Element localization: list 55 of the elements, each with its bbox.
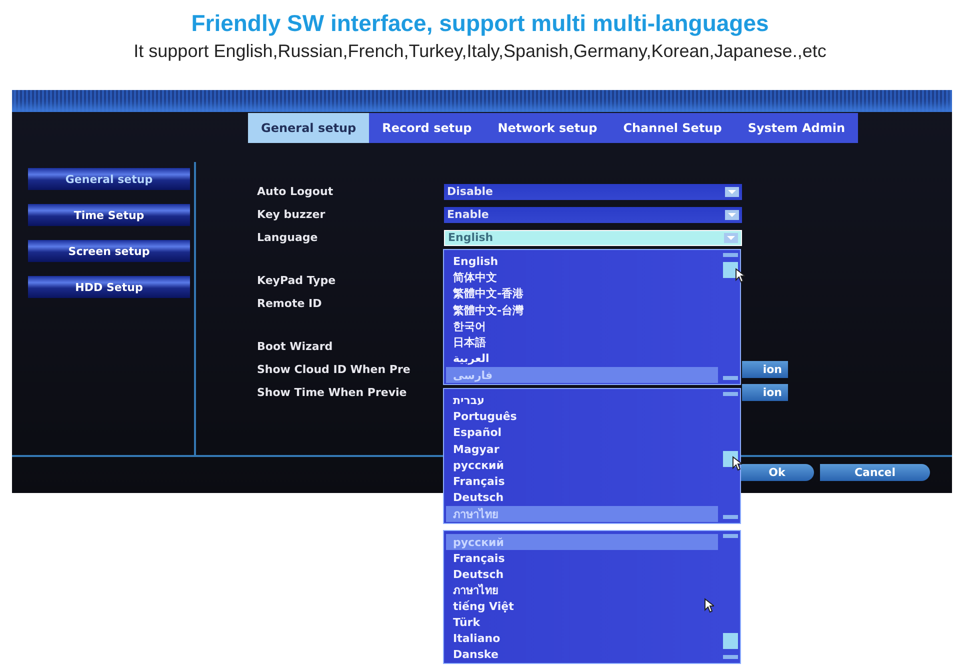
language-option[interactable]: русский bbox=[446, 457, 718, 474]
setting-label: KeyPad Type bbox=[257, 274, 337, 287]
language-option[interactable]: Français bbox=[446, 550, 718, 566]
language-option[interactable]: Português bbox=[446, 408, 718, 425]
position-button[interactable]: ion bbox=[742, 361, 788, 378]
language-option[interactable]: Türk bbox=[446, 614, 718, 631]
language-option[interactable]: Deutsch bbox=[446, 490, 718, 506]
tab[interactable]: General setup bbox=[248, 113, 370, 143]
language-option[interactable]: العربية bbox=[446, 350, 718, 368]
cursor-icon bbox=[735, 268, 745, 283]
setting-label: Key buzzer bbox=[257, 208, 326, 221]
sidebar-item[interactable]: General setup bbox=[28, 168, 190, 190]
language-option[interactable]: English bbox=[446, 253, 718, 270]
cursor-icon bbox=[704, 598, 714, 613]
setting-label: Boot Wizard bbox=[257, 340, 334, 353]
language-option[interactable]: Italiano bbox=[446, 630, 718, 647]
cursor-icon bbox=[732, 456, 742, 471]
language-option[interactable]: 繁體中文-台灣 bbox=[446, 302, 718, 318]
sidebar-item[interactable]: Screen setup bbox=[28, 240, 190, 262]
language-option[interactable]: Deutsch bbox=[446, 566, 718, 582]
dropdown-arrow-icon bbox=[725, 186, 739, 196]
dropdown[interactable]: Enable bbox=[444, 206, 742, 222]
sidebar-item[interactable]: HDD Setup bbox=[28, 276, 190, 298]
setting-label: Show Time When Previe bbox=[257, 386, 408, 399]
language-option[interactable]: 日本語 bbox=[446, 334, 718, 351]
tab[interactable]: System Admin bbox=[734, 113, 858, 143]
language-option[interactable]: 한국어 bbox=[446, 318, 718, 334]
scrollbar[interactable] bbox=[722, 252, 739, 382]
subheadline: It support English,Russian,French,Turkey,Italy,Spanish,Germany,Korean,Japanese.,etc bbox=[134, 41, 826, 62]
language-option[interactable]: Danske bbox=[446, 646, 718, 663]
dropdown[interactable]: English bbox=[444, 230, 742, 246]
dropdown[interactable]: Disable bbox=[444, 184, 742, 200]
headline: Friendly SW interface, support multi multi-languages bbox=[191, 10, 769, 37]
language-option[interactable]: tiếng Việt bbox=[446, 598, 718, 615]
scrollbar[interactable] bbox=[722, 533, 739, 661]
setting-label: Show Cloud ID When Pre bbox=[257, 363, 412, 376]
sidebar-item[interactable]: Time Setup bbox=[28, 204, 190, 226]
language-option[interactable]: 繁體中文-香港 bbox=[446, 286, 718, 302]
ok-button[interactable]: Ok bbox=[740, 464, 814, 481]
setting-label: Auto Logout bbox=[257, 185, 334, 198]
language-option[interactable]: ภาษาไทย bbox=[446, 582, 718, 599]
dropdown-arrow-icon bbox=[725, 210, 739, 220]
tab[interactable]: Record setup bbox=[369, 113, 485, 143]
dropdown-arrow-icon bbox=[724, 232, 738, 242]
language-option[interactable]: Magyar bbox=[446, 440, 718, 458]
position-button[interactable]: ion bbox=[742, 384, 788, 401]
language-option[interactable]: Français bbox=[446, 473, 718, 490]
language-option[interactable]: 简体中文 bbox=[446, 269, 718, 286]
tab[interactable]: Channel Setup bbox=[610, 113, 735, 143]
language-option[interactable]: Español bbox=[446, 424, 718, 441]
setting-label: Language bbox=[257, 231, 319, 244]
tab[interactable]: Network setup bbox=[484, 113, 610, 143]
setting-label: Remote ID bbox=[257, 297, 323, 310]
language-option[interactable]: עברית bbox=[446, 392, 718, 408]
cancel-button[interactable]: Cancel bbox=[820, 464, 930, 481]
